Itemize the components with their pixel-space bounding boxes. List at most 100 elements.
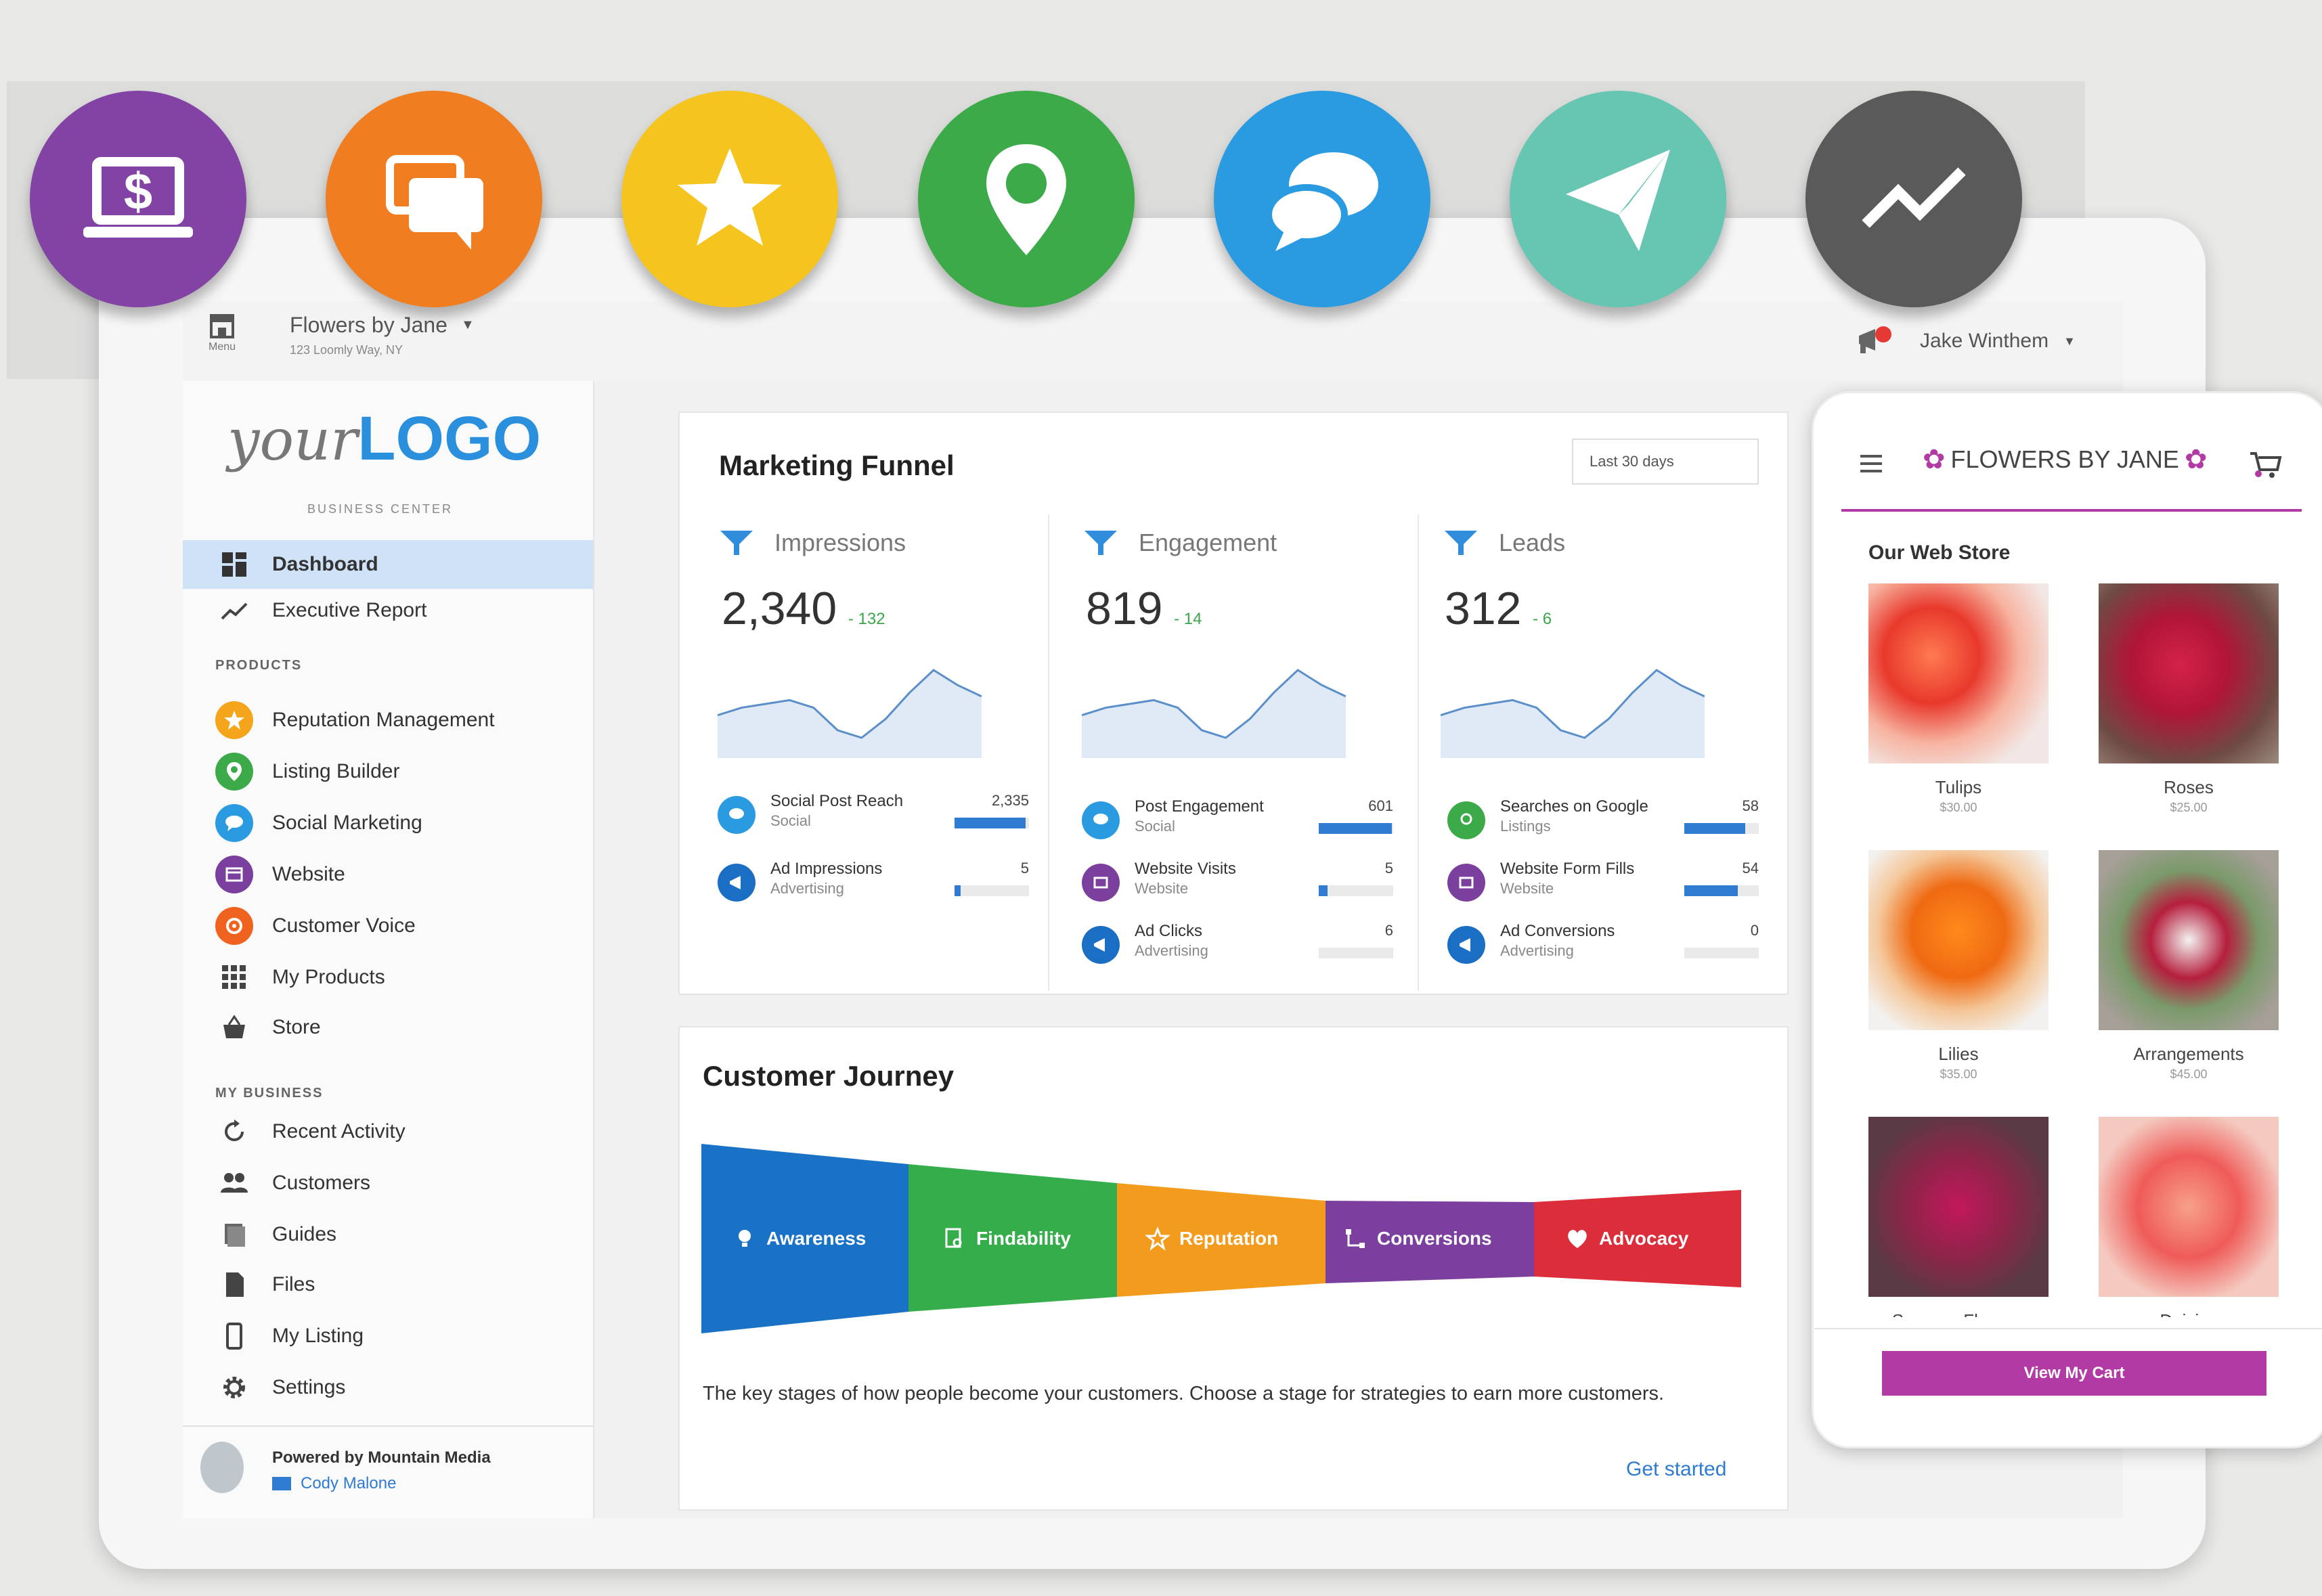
sidebar-item-social-marketing[interactable]: Social Marketing [215, 801, 422, 845]
sidebar-item-listing-builder[interactable]: Listing Builder [215, 750, 399, 793]
user-menu[interactable]: Jake Winthem ▼ [1920, 326, 2096, 356]
customer-voice-icon [215, 907, 253, 945]
gear-icon [215, 1373, 253, 1402]
guides-icon [215, 1220, 253, 1249]
chevron-down-icon: ▼ [2063, 334, 2076, 348]
logo-bold: LOGO [357, 404, 542, 473]
journey-stage-label[interactable]: Findability [942, 1226, 1071, 1251]
business-address: 123 Loomly Way, NY [290, 343, 403, 357]
flow-icon [1346, 1229, 1365, 1248]
sub-metric-row[interactable]: Ad Clicks Advertising 6 [1082, 921, 1393, 975]
product-card-arrangements[interactable]: Arrangements $45.00 [2099, 850, 2279, 1082]
journey-stage-text: Findability [976, 1228, 1071, 1249]
notifications-button[interactable] [1855, 324, 1902, 361]
dashboard-icon [215, 550, 253, 579]
product-price: $35.00 [1940, 1067, 1977, 1081]
journey-stage-text: Conversions [1377, 1228, 1492, 1249]
speech-bubbles-icon [718, 796, 755, 834]
funnel-title: Marketing Funnel [719, 449, 955, 481]
chevron-down-icon: ▼ [460, 317, 475, 332]
sidebar-item-executive-report[interactable]: Executive Report [215, 589, 426, 632]
sub-metric-bar [955, 885, 1029, 896]
sidebar-item-dashboard[interactable]: Dashboard [215, 543, 378, 586]
journey-stage-label[interactable]: Advocacy [1565, 1226, 1688, 1251]
sidebar-item-my-listing[interactable]: My Listing [215, 1314, 364, 1358]
metric-total: 2,340 - 132 [722, 583, 885, 634]
flower-icon: ✿ [2184, 445, 2208, 474]
cart-icon[interactable] [2249, 449, 2283, 479]
sidebar-item-label: Website [272, 863, 345, 885]
logo: yourLOGO [227, 403, 552, 473]
business-name: Flowers by Jane [290, 313, 447, 337]
sub-metric-row[interactable]: Social Post Reach Social 2,335 [718, 791, 1029, 845]
sidebar-item-recent-activity[interactable]: Recent Activity [215, 1110, 406, 1153]
sidebar-item-files[interactable]: Files [215, 1263, 315, 1306]
menu-button[interactable]: Menu [198, 313, 246, 367]
product-image [1868, 850, 2049, 1030]
funnel-column-header: Impressions [719, 528, 906, 558]
sub-metric-bar [1684, 948, 1759, 958]
flower-icon: ✿ [1923, 445, 1946, 474]
product-image [2099, 583, 2279, 763]
sidebar-item-label: My Products [272, 966, 385, 988]
product-card-lilies[interactable]: Lilies $35.00 [1868, 850, 2049, 1082]
megaphone-icon [718, 864, 755, 902]
product-name: Lilies [1938, 1044, 1979, 1064]
trend-line-icon [1862, 167, 1966, 228]
svg-text:$: $ [124, 163, 152, 221]
sidebar-item-settings[interactable]: Settings [215, 1366, 345, 1409]
speech-bubbles-icon [1265, 152, 1378, 251]
sub-metric-value: 601 [1368, 797, 1393, 814]
sidebar-item-website[interactable]: Website [215, 853, 345, 896]
megaphone-icon [1447, 926, 1485, 964]
sidebar-item-label: Guides [272, 1223, 337, 1245]
sidebar-item-my-products[interactable]: My Products [215, 956, 385, 999]
send-circle [1510, 91, 1726, 307]
sub-metric-title: Searches on Google [1500, 797, 1648, 816]
sub-metric-value: 0 [1750, 922, 1759, 939]
metric-delta: 14 [1183, 610, 1202, 628]
column-label: Engagement [1139, 529, 1277, 556]
product-card-tulips[interactable]: Tulips $30.00 [1868, 583, 2049, 815]
speech-bubbles-icon [215, 804, 253, 842]
journey-stage-label[interactable]: Reputation [1145, 1226, 1278, 1251]
paper-plane-icon [1566, 150, 1670, 251]
hamburger-menu-icon[interactable] [1860, 455, 1882, 472]
business-switcher[interactable]: Flowers by Jane ▼ 123 Loomly Way, NY [290, 313, 506, 367]
sub-metric-row[interactable]: Website Visits Website 5 [1082, 858, 1393, 912]
product-card-summer-flowers[interactable]: Summer Flowers [1868, 1117, 2049, 1317]
journey-stage-label[interactable]: Awareness [732, 1226, 866, 1251]
lightbulb-icon [739, 1230, 751, 1247]
sidebar-item-label: Files [272, 1273, 315, 1295]
metric-delta: 6 [1542, 610, 1552, 628]
date-range-select[interactable]: Last 30 days [1572, 439, 1759, 485]
menu-label: Menu [208, 341, 236, 353]
sub-metric-title: Ad Impressions [770, 860, 883, 878]
journey-stage-label[interactable]: Conversions [1343, 1226, 1492, 1251]
product-card-roses[interactable]: Roses $25.00 [2099, 583, 2279, 815]
get-started-link[interactable]: Get started [1626, 1458, 1726, 1481]
sub-metric-bar [1319, 885, 1393, 896]
metric-delta: 132 [858, 610, 885, 628]
store-header: ✿ FLOWERS BY JANE ✿ [1923, 444, 2207, 475]
sub-metric-value: 54 [1742, 860, 1759, 877]
sub-metric-row[interactable]: Ad Impressions Advertising 5 [718, 858, 1029, 912]
speech-bubbles-icon [1082, 801, 1120, 839]
contact-link[interactable]: Cody Malone [272, 1474, 396, 1493]
sub-metric-row[interactable]: Website Form Fills Website 54 [1447, 858, 1759, 912]
map-pin-icon [986, 144, 1066, 255]
sidebar-item-customers[interactable]: Customers [215, 1161, 370, 1205]
sidebar-item-reputation-management[interactable]: Reputation Management [215, 699, 495, 742]
shopping-basket-icon [215, 1013, 253, 1042]
journey-stage-text: Advocacy [1599, 1228, 1689, 1249]
sub-metric-row[interactable]: Searches on Google Listings 58 [1447, 796, 1759, 850]
sub-metric-row[interactable]: Post Engagement Social 601 [1082, 796, 1393, 850]
sub-metric-row[interactable]: Ad Conversions Advertising 0 [1447, 921, 1759, 975]
view-cart-button[interactable]: View My Cart [1882, 1351, 2266, 1396]
product-card-daisies[interactable]: Daisies [2099, 1117, 2279, 1317]
sidebar-item-store[interactable]: Store [215, 1006, 321, 1049]
sidebar-item-guides[interactable]: Guides [215, 1213, 336, 1256]
chat-circle [326, 91, 542, 307]
browser-window-icon [1447, 864, 1485, 902]
sidebar-item-customer-voice[interactable]: Customer Voice [215, 904, 416, 948]
